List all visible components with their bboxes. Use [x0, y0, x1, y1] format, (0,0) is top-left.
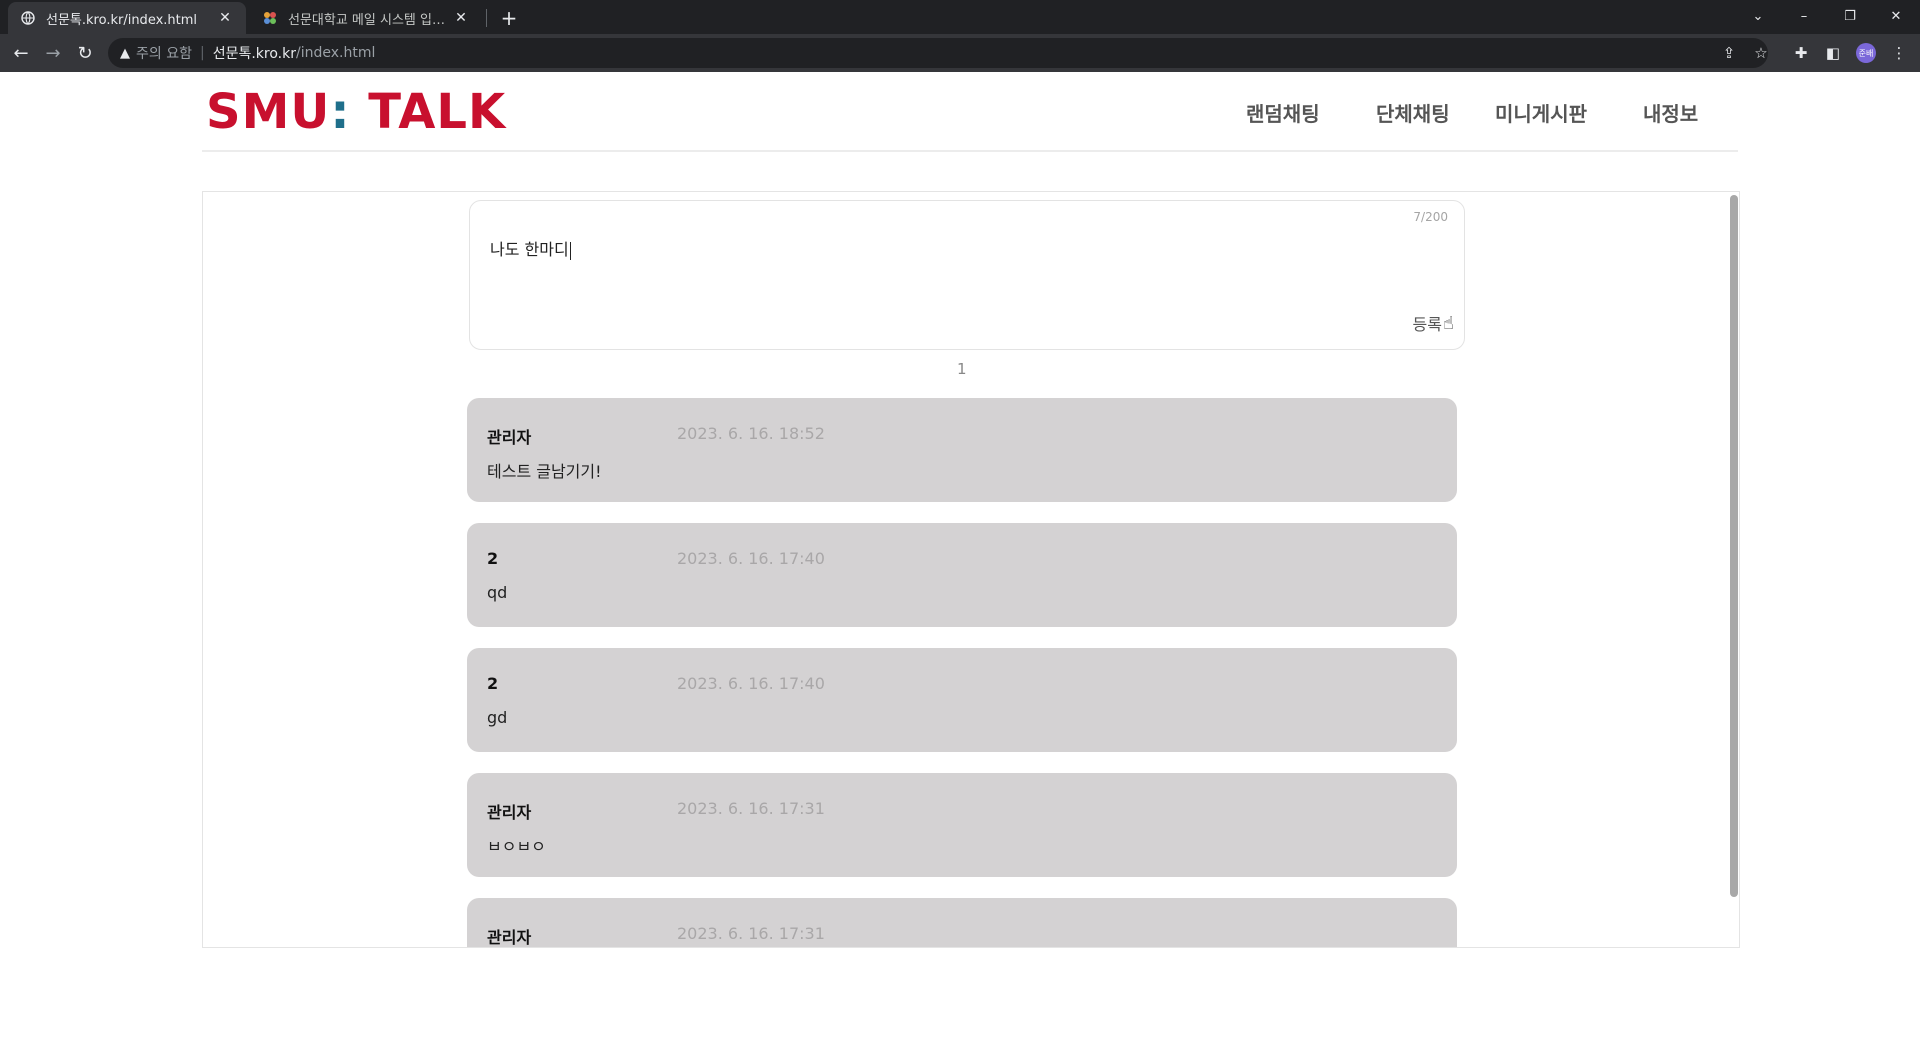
security-label[interactable]: 주의 요함 — [136, 43, 192, 63]
post-author: 관리자 — [487, 803, 532, 822]
post-author: 관리자 — [487, 428, 532, 447]
side-panel-icon[interactable]: ◧ — [1822, 42, 1844, 64]
nav-random-chat[interactable]: 랜덤채팅 — [1246, 98, 1320, 127]
post-card: 2 2023. 6. 16. 17:40 qd — [467, 523, 1457, 627]
page-number[interactable]: 1 — [957, 360, 967, 378]
compose-value: 나도 한마디 — [490, 240, 569, 259]
profile-avatar[interactable]: 준배 — [1856, 43, 1876, 63]
post-card: 관리자 2023. 6. 16. 17:31 — [467, 898, 1457, 947]
bookmark-star-icon[interactable]: ☆ — [1750, 42, 1772, 64]
url-path: /index.html — [295, 45, 376, 61]
forward-icon[interactable]: → — [40, 40, 66, 66]
back-icon[interactable]: ← — [8, 40, 34, 66]
text-caret — [569, 241, 571, 260]
share-icon[interactable]: ⇪ — [1718, 42, 1740, 64]
post-author: 관리자 — [487, 928, 532, 947]
post-body: qd — [487, 583, 508, 602]
site-logo[interactable]: SMU: TALK — [206, 84, 506, 140]
nav-my-info[interactable]: 내정보 — [1643, 98, 1698, 127]
new-tab-icon[interactable]: + — [496, 5, 522, 31]
post-date: 2023. 6. 16. 18:52 — [677, 424, 825, 443]
submit-button[interactable]: 등록 — [1413, 311, 1442, 335]
tab-title: 선문대학교 메일 시스템 입니다. — [288, 12, 452, 28]
tab-smu-talk[interactable]: 선문톡.kro.kr/index.html ✕ — [8, 2, 246, 34]
tab-search-chevron-icon[interactable]: ⌄ — [1736, 0, 1780, 32]
reload-icon[interactable]: ↻ — [72, 40, 98, 66]
close-tab-icon[interactable]: ✕ — [452, 9, 470, 27]
tab-title: 선문톡.kro.kr/index.html — [46, 12, 198, 28]
scrollbar-thumb[interactable] — [1730, 195, 1738, 897]
minimize-icon[interactable]: – — [1782, 0, 1826, 32]
post-author: 2 — [487, 674, 499, 693]
tab-separator — [486, 9, 487, 27]
extensions-icon[interactable]: ✚ — [1790, 42, 1812, 64]
nav-mini-board[interactable]: 미니게시판 — [1495, 98, 1587, 127]
post-body: gd — [487, 708, 508, 727]
compose-input[interactable]: 나도 한마디 — [490, 236, 571, 260]
hand-cursor-icon: ☝ — [1443, 313, 1454, 334]
post-body: ㅂㅇㅂㅇ — [487, 837, 546, 856]
address-bar[interactable]: ▲ 주의 요함 | 선문톡.kro.kr /index.html — [108, 38, 1768, 68]
post-date: 2023. 6. 16. 17:31 — [677, 924, 825, 943]
board-panel[interactable]: 7/200 나도 한마디 등록 ☝ 1 관리자 2023. 6. 16. 18:… — [202, 191, 1740, 948]
globe-icon — [20, 10, 36, 26]
logo-smu: SMU — [206, 84, 331, 140]
mail-logo-icon — [262, 10, 278, 26]
post-card: 관리자 2023. 6. 16. 17:31 ㅂㅇㅂㅇ — [467, 773, 1457, 877]
warning-icon[interactable]: ▲ — [120, 46, 130, 61]
browser-toolbar: ← → ↻ ▲ 주의 요함 | 선문톡.kro.kr /index.html ⇪… — [0, 34, 1920, 72]
restore-icon[interactable]: ❐ — [1828, 0, 1872, 32]
char-counter: 7/200 — [1413, 210, 1448, 224]
address-divider: | — [199, 45, 205, 61]
browser-tab-bar: 선문톡.kro.kr/index.html ✕ 선문대학교 메일 시스템 입니다… — [0, 0, 1920, 34]
nav-group-chat[interactable]: 단체채팅 — [1376, 98, 1450, 127]
logo-colon: : — [330, 84, 351, 140]
window-close-icon[interactable]: ✕ — [1874, 0, 1918, 32]
post-date: 2023. 6. 16. 17:40 — [677, 549, 825, 568]
logo-talk: TALK — [350, 84, 507, 140]
post-date: 2023. 6. 16. 17:31 — [677, 799, 825, 818]
post-author: 2 — [487, 549, 499, 568]
post-date: 2023. 6. 16. 17:40 — [677, 674, 825, 693]
post-card: 관리자 2023. 6. 16. 18:52 테스트 글남기기! — [467, 398, 1457, 502]
compose-box[interactable]: 7/200 나도 한마디 등록 ☝ — [469, 200, 1465, 350]
tab-sunmoon-mail[interactable]: 선문대학교 메일 시스템 입니다. ✕ — [250, 2, 482, 34]
post-card: 2 2023. 6. 16. 17:40 gd — [467, 648, 1457, 752]
site-header: SMU: TALK 랜덤채팅 단체채팅 미니게시판 내정보 — [202, 72, 1738, 152]
close-tab-icon[interactable]: ✕ — [216, 9, 234, 27]
url-host: 선문톡.kro.kr — [212, 46, 296, 62]
menu-kebab-icon[interactable]: ⋮ — [1888, 42, 1910, 64]
page: SMU: TALK 랜덤채팅 단체채팅 미니게시판 내정보 7/200 나도 한… — [0, 72, 1920, 1039]
post-body: 테스트 글남기기! — [487, 462, 602, 481]
